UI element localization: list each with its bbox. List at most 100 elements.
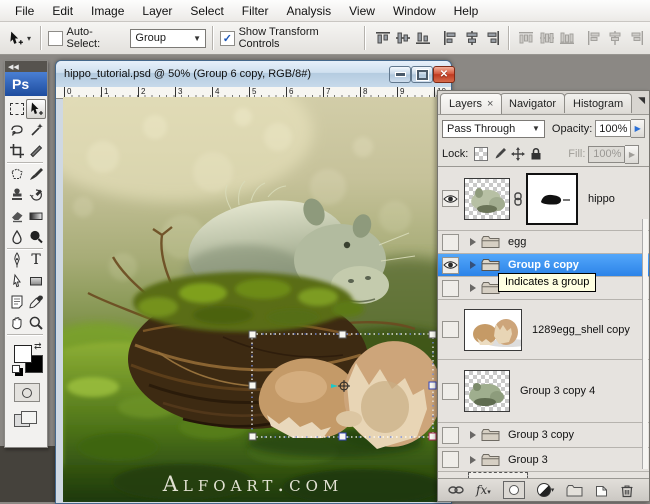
- opacity-value[interactable]: 100%: [595, 120, 631, 137]
- tab-layers[interactable]: Layers ×: [440, 93, 502, 114]
- visibility-toggle[interactable]: [442, 234, 459, 251]
- layer-name[interactable]: egg: [508, 236, 526, 248]
- link-layers-icon[interactable]: [448, 484, 464, 496]
- zoom-tool[interactable]: [26, 313, 46, 333]
- layer-row-hippo[interactable]: hippo: [438, 167, 649, 231]
- layer-row-eggshell[interactable]: 1289egg_shell copy: [438, 300, 649, 360]
- tab-close-icon[interactable]: ×: [487, 98, 493, 110]
- healing-patch-tool[interactable]: [7, 164, 27, 184]
- scrollbar-track[interactable]: [642, 219, 648, 469]
- layer-thumbnail[interactable]: [464, 309, 522, 351]
- marquee-tool[interactable]: [7, 99, 27, 119]
- expand-triangle-icon[interactable]: [470, 431, 476, 439]
- close-button[interactable]: ✕: [433, 66, 455, 83]
- align-vertical-centers-icon[interactable]: [394, 30, 412, 47]
- auto-select-checkbox[interactable]: [48, 31, 63, 46]
- eyedropper-tool[interactable]: [26, 292, 46, 312]
- default-colors-icon[interactable]: [12, 365, 20, 373]
- history-brush-tool[interactable]: [26, 185, 46, 205]
- lock-transparency-icon[interactable]: [474, 147, 488, 161]
- visibility-toggle[interactable]: [442, 257, 459, 274]
- layer-style-icon[interactable]: fx▾: [476, 483, 491, 497]
- lock-all-icon[interactable]: [530, 147, 542, 161]
- auto-select-mode-dropdown[interactable]: Group ▼: [130, 29, 206, 48]
- hand-tool[interactable]: [7, 313, 27, 333]
- blur-tool[interactable]: [7, 227, 27, 247]
- new-layer-icon[interactable]: [595, 483, 608, 497]
- layer-row-egg[interactable]: egg: [438, 231, 649, 254]
- new-group-icon[interactable]: [566, 484, 583, 497]
- clone-stamp-tool[interactable]: [7, 185, 27, 205]
- lock-position-icon[interactable]: [511, 147, 525, 161]
- panel-menu-icon[interactable]: ◥: [638, 95, 645, 106]
- menu-edit[interactable]: Edit: [43, 1, 82, 21]
- slice-tool[interactable]: [26, 141, 46, 161]
- layer-name[interactable]: hippo: [588, 193, 615, 205]
- layer-name[interactable]: Group 3 copy 4: [520, 385, 595, 397]
- menu-image[interactable]: Image: [82, 1, 133, 21]
- move-tool[interactable]: [26, 99, 46, 119]
- visibility-toggle[interactable]: [442, 190, 459, 207]
- quick-mask-button[interactable]: [14, 383, 40, 402]
- foreground-color-swatch[interactable]: [14, 345, 32, 363]
- visibility-toggle[interactable]: [442, 451, 459, 468]
- expand-triangle-icon[interactable]: [470, 238, 476, 246]
- blend-mode-dropdown[interactable]: Pass Through ▼: [442, 120, 545, 138]
- layer-name[interactable]: Group 3: [508, 454, 548, 466]
- crop-tool[interactable]: [7, 141, 27, 161]
- menu-analysis[interactable]: Analysis: [277, 1, 340, 21]
- expand-triangle-icon[interactable]: [470, 284, 476, 292]
- align-left-edges-icon[interactable]: [442, 30, 460, 47]
- swap-colors-icon[interactable]: ⇄: [34, 341, 42, 352]
- canvas[interactable]: Alfoart.com: [63, 97, 437, 502]
- notes-tool[interactable]: [7, 292, 27, 312]
- layer-name[interactable]: 1289egg_shell copy: [532, 324, 630, 336]
- layer-row-group3-copy[interactable]: Group 3 copy: [438, 423, 649, 448]
- layer-thumbnail[interactable]: [464, 178, 510, 220]
- menu-select[interactable]: Select: [181, 1, 232, 21]
- visibility-toggle[interactable]: [442, 280, 459, 297]
- magic-wand-tool[interactable]: [26, 120, 46, 140]
- visibility-toggle[interactable]: [442, 383, 459, 400]
- type-tool[interactable]: T: [26, 250, 46, 270]
- path-selection-tool[interactable]: [7, 271, 27, 291]
- menu-filter[interactable]: Filter: [233, 1, 278, 21]
- layer-thumbnail[interactable]: [464, 370, 510, 412]
- align-bottom-edges-icon[interactable]: [414, 30, 432, 47]
- adjustment-layer-icon[interactable]: ▾: [537, 483, 555, 497]
- align-top-edges-icon[interactable]: [373, 30, 391, 47]
- align-right-edges-icon[interactable]: [483, 30, 501, 47]
- menu-layer[interactable]: Layer: [133, 1, 181, 21]
- show-transform-checkbox[interactable]: ✓: [220, 31, 235, 46]
- dodge-tool[interactable]: [26, 227, 46, 247]
- maximize-button[interactable]: [411, 66, 433, 83]
- lasso-tool[interactable]: [7, 120, 27, 140]
- layer-name[interactable]: Group 6 copy: [508, 259, 579, 271]
- tab-navigator[interactable]: Navigator: [500, 93, 565, 113]
- visibility-toggle[interactable]: [442, 321, 459, 338]
- align-horizontal-centers-icon[interactable]: [462, 30, 480, 47]
- link-mask-icon[interactable]: [512, 192, 524, 206]
- gradient-tool[interactable]: [26, 206, 46, 226]
- expand-triangle-icon[interactable]: [470, 261, 476, 269]
- pen-tool[interactable]: [7, 250, 27, 270]
- eraser-tool[interactable]: [7, 206, 27, 226]
- shape-tool[interactable]: [26, 271, 46, 291]
- brush-tool[interactable]: [26, 164, 46, 184]
- menu-view[interactable]: View: [340, 1, 384, 21]
- add-mask-icon[interactable]: [503, 481, 525, 499]
- tab-histogram[interactable]: Histogram: [564, 93, 632, 113]
- layer-row-group3-copy4[interactable]: Group 3 copy 4: [438, 360, 649, 423]
- expand-triangle-icon[interactable]: [470, 456, 476, 464]
- menu-help[interactable]: Help: [445, 1, 488, 21]
- layer-name[interactable]: Group 3 copy: [508, 429, 574, 441]
- menu-file[interactable]: File: [6, 1, 43, 21]
- layer-row-group3[interactable]: Group 3: [438, 448, 649, 472]
- screen-mode-button[interactable]: [14, 411, 38, 429]
- palette-collapse-grip[interactable]: ◀◀: [5, 61, 47, 72]
- minimize-button[interactable]: [389, 66, 411, 83]
- menu-window[interactable]: Window: [384, 1, 445, 21]
- move-tool-preset-button[interactable]: ▾: [4, 28, 34, 49]
- visibility-toggle[interactable]: [442, 427, 459, 444]
- opacity-slider-button[interactable]: ▶: [631, 119, 645, 138]
